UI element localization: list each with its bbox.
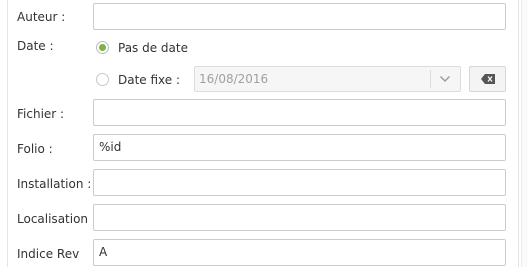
author-input[interactable]	[93, 3, 506, 30]
revision-input[interactable]: A	[93, 239, 506, 266]
fixed-date-label[interactable]: Date fixe :	[118, 72, 180, 88]
folio-label: Folio :	[17, 142, 53, 156]
fixed-date-value: 16/08/2016	[199, 72, 269, 86]
file-label: Fichier :	[17, 107, 65, 121]
location-label: Localisation	[17, 212, 89, 226]
file-input[interactable]	[93, 99, 506, 126]
location-input[interactable]	[93, 204, 506, 231]
author-label: Auteur :	[17, 10, 66, 24]
panel-edge	[521, 0, 528, 267]
chevron-down-icon[interactable]	[439, 73, 451, 85]
folio-input[interactable]: %id	[93, 134, 506, 161]
clear-date-button[interactable]	[469, 66, 506, 92]
revision-label: Indice Rev	[17, 247, 80, 261]
no-date-label[interactable]: Pas de date	[118, 40, 188, 56]
installation-label: Installation :	[17, 177, 92, 191]
dropdown-divider	[430, 70, 431, 88]
backspace-icon	[481, 74, 495, 84]
installation-input[interactable]	[93, 169, 506, 196]
fixed-date-dropdown[interactable]: 16/08/2016	[194, 66, 461, 92]
radio-selected-dot	[99, 44, 106, 51]
no-date-radio[interactable]	[96, 41, 109, 54]
date-label: Date :	[17, 39, 54, 53]
fixed-date-radio[interactable]	[96, 73, 109, 86]
